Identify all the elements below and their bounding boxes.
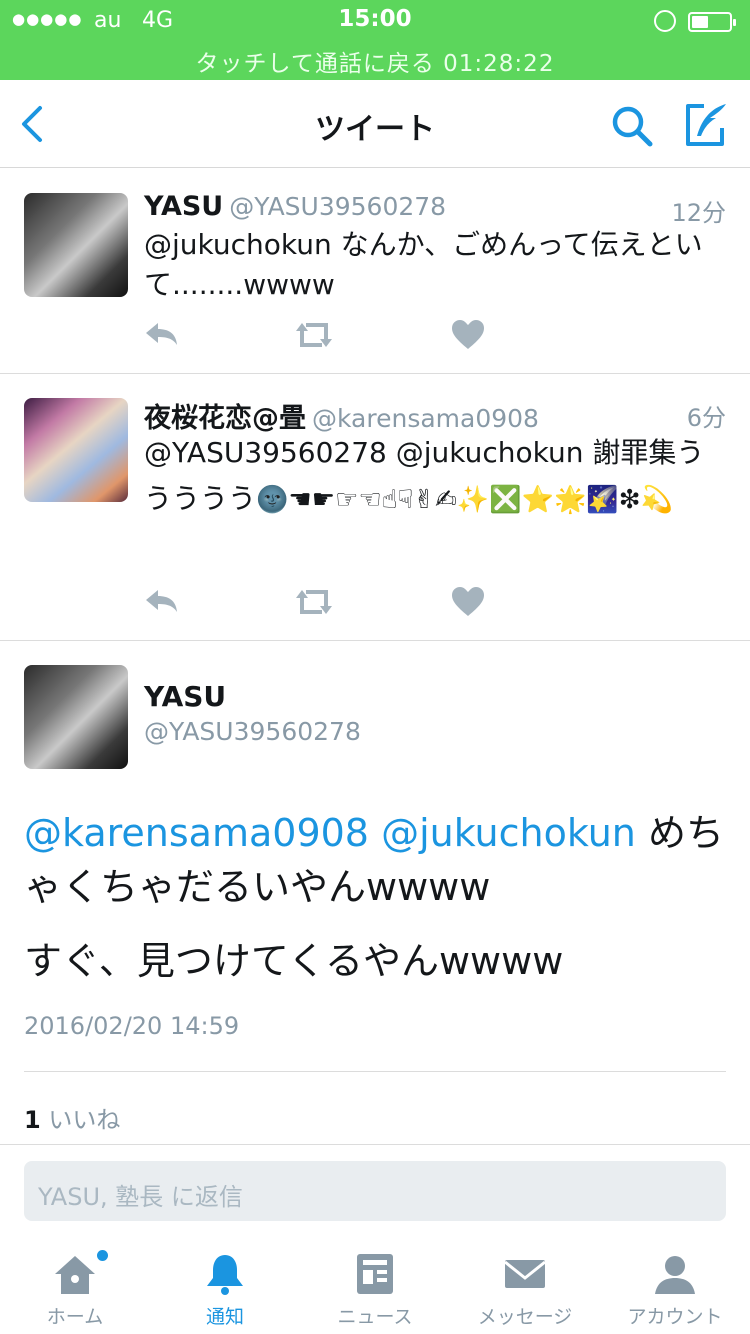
clock: 15:00	[338, 6, 412, 32]
tweet-text: @jukuchokun なんか、ごめんって伝えといて........wwww	[144, 228, 703, 301]
tab-home[interactable]: ホーム	[0, 1244, 150, 1334]
likes-count-row[interactable]: 1 いいね	[24, 1100, 120, 1135]
battery-icon	[688, 12, 736, 32]
like-heart-icon[interactable]	[450, 586, 486, 618]
new-activity-dot	[97, 1250, 108, 1261]
detail-tweet-text: @karensama0908 @jukuchokun めちゃくちゃだるいやんww…	[24, 806, 724, 988]
detail-author-handle: @YASU39560278	[144, 717, 361, 746]
reply-input[interactable]: YASU, 塾長 に返信	[24, 1161, 726, 1221]
likes-count: 1	[24, 1106, 41, 1134]
tab-account[interactable]: アカウント	[600, 1244, 750, 1334]
tab-label: ニュース	[337, 1306, 413, 1328]
tab-label: ホーム	[46, 1306, 104, 1328]
tab-messages[interactable]: メッセージ	[450, 1244, 600, 1334]
tweet-emoji: 🌚☚☛☞☜☝☟✌✍✨❎⭐🌟🌠❇💫	[256, 485, 673, 515]
news-icon	[357, 1254, 393, 1294]
tab-label: メッセージ	[477, 1306, 573, 1328]
avatar[interactable]	[24, 193, 128, 297]
tweet-author-handle: @YASU39560278	[229, 192, 447, 221]
detail-author-name: YASU	[144, 680, 227, 713]
tab-notifications[interactable]: 通知	[150, 1244, 300, 1334]
tweet-item[interactable]: YASU @YASU39560278 12分 @jukuchokun なんか、ごめ…	[0, 169, 750, 374]
mention-link[interactable]: @karensama0908	[24, 811, 369, 855]
return-to-call-banner[interactable]: タッチして通話に戻る 01:28:22	[0, 44, 750, 78]
tweet-actions	[144, 586, 504, 620]
status-bar: ●●●●● au 4G 15:00 タッチして通話に戻る 01:28:22	[0, 0, 750, 80]
likes-label: いいね	[48, 1106, 121, 1134]
rotation-lock-icon	[654, 10, 676, 32]
detail-timestamp: 2016/02/20 14:59	[24, 1012, 240, 1040]
tweet-text: @YASU39560278 @jukuchokun 謝罪集ううううう🌚☚☛☞☜☝…	[144, 430, 726, 523]
reply-icon[interactable]	[144, 586, 180, 618]
tweet-actions	[144, 319, 504, 353]
avatar[interactable]	[24, 665, 128, 769]
compose-tweet-icon[interactable]	[682, 100, 732, 150]
tab-label: アカウント	[627, 1306, 723, 1328]
tweet-detail: YASU @YASU39560278 @karensama0908 @jukuc…	[0, 640, 750, 1145]
like-heart-icon[interactable]	[450, 319, 486, 351]
bell-icon	[207, 1255, 243, 1295]
retweet-icon[interactable]	[296, 319, 332, 351]
divider	[24, 1071, 726, 1072]
retweet-icon[interactable]	[296, 586, 332, 618]
avatar[interactable]	[24, 398, 128, 502]
person-icon	[655, 1256, 695, 1294]
mention-link[interactable]: @jukuchokun	[381, 811, 636, 855]
tweet-item[interactable]: 夜桜花恋@畳 @karensama0908 6分 @YASU39560278 @j…	[0, 374, 750, 641]
tab-label: 通知	[205, 1306, 244, 1328]
navigation-bar: ツイート	[0, 80, 750, 168]
detail-tweet-line-1: @karensama0908 @jukuchokun めちゃくちゃだるいやんww…	[24, 806, 724, 914]
tab-bar: ホーム 通知 ニュース メッセージ アカウント	[0, 1244, 750, 1334]
home-icon	[55, 1256, 95, 1294]
tweet-author-handle: @karensama0908	[312, 404, 539, 433]
tab-news[interactable]: ニュース	[300, 1244, 450, 1334]
tweet-timestamp: 6分	[686, 404, 726, 432]
tweet-author-name: YASU	[144, 191, 224, 222]
tweet-timestamp: 12分	[671, 199, 726, 227]
reply-icon[interactable]	[144, 319, 180, 351]
detail-text-line-2: すぐ、見つけてくるやんwwww	[24, 939, 564, 983]
envelope-icon	[504, 1260, 546, 1288]
search-icon[interactable]	[608, 102, 656, 150]
